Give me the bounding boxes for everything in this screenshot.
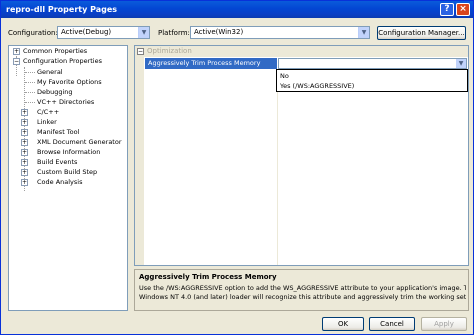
value-dropdown-list: No Yes (/WS:AGGRESSIVE): [276, 69, 468, 92]
description-panel: Aggressively Trim Process Memory Use the…: [134, 269, 469, 311]
tree-item-build-events[interactable]: Build Events: [37, 158, 77, 167]
collapse-icon[interactable]: −: [13, 58, 20, 65]
platform-label: Platform:: [158, 29, 190, 37]
close-button[interactable]: ×: [456, 3, 470, 16]
ok-button[interactable]: OK: [322, 317, 364, 331]
column-divider[interactable]: [277, 69, 278, 265]
window-title: repro-dll Property Pages: [6, 5, 118, 14]
chevron-down-icon[interactable]: ▼: [358, 27, 369, 38]
expand-icon[interactable]: +: [21, 129, 28, 136]
expand-icon[interactable]: +: [21, 179, 28, 186]
collapse-icon[interactable]: −: [137, 48, 144, 55]
tree-item-linker[interactable]: Linker: [37, 118, 57, 127]
chevron-down-icon[interactable]: ▼: [138, 27, 149, 38]
configuration-label: Configuration:: [8, 29, 58, 37]
tree-item-code-analysis[interactable]: Code Analysis: [37, 178, 83, 187]
tree-item-xml-document-generator[interactable]: XML Document Generator: [37, 138, 122, 147]
help-button[interactable]: ?: [440, 3, 454, 16]
property-tree: + Common Properties − Configuration Prop…: [8, 45, 128, 311]
expand-icon[interactable]: +: [21, 119, 28, 126]
tree-line: [25, 72, 35, 73]
tree-item-configuration-properties[interactable]: Configuration Properties: [23, 57, 102, 66]
chevron-down-icon[interactable]: ▼: [456, 59, 466, 68]
tree-item-cpp[interactable]: C/C++: [37, 108, 59, 117]
tree-item-manifest-tool[interactable]: Manifest Tool: [37, 128, 79, 137]
title-bar[interactable]: repro-dll Property Pages ? ×: [1, 1, 473, 18]
expand-icon[interactable]: +: [21, 109, 28, 116]
platform-value: Active(Win32): [194, 28, 244, 36]
tree-line: [25, 92, 35, 93]
configuration-value: Active(Debug): [61, 28, 112, 36]
expand-icon[interactable]: +: [13, 48, 20, 55]
tree-line: [25, 82, 35, 83]
platform-combo[interactable]: Active(Win32) ▼: [190, 26, 370, 39]
expand-icon[interactable]: +: [21, 149, 28, 156]
tree-item-custom-build-step[interactable]: Custom Build Step: [37, 168, 97, 177]
expand-icon[interactable]: +: [21, 169, 28, 176]
property-value-field[interactable]: ▼: [278, 58, 467, 69]
configuration-combo[interactable]: Active(Debug) ▼: [57, 26, 150, 39]
cancel-button[interactable]: Cancel: [369, 317, 415, 331]
property-name-trim-memory[interactable]: Aggressively Trim Process Memory: [145, 58, 277, 69]
dropdown-option-no[interactable]: No: [278, 71, 466, 81]
configuration-manager-button[interactable]: Configuration Manager...: [377, 26, 466, 40]
apply-button[interactable]: Apply: [421, 317, 467, 331]
grid-gutter: [135, 57, 144, 265]
tree-item-general[interactable]: General: [37, 68, 63, 77]
expand-icon[interactable]: +: [21, 139, 28, 146]
dropdown-option-yes[interactable]: Yes (/WS:AGGRESSIVE): [278, 81, 466, 91]
category-title: Optimization: [147, 47, 192, 55]
tree-item-debugging[interactable]: Debugging: [37, 88, 73, 97]
description-line: Windows NT 4.0 (and later) loader will r…: [139, 293, 466, 301]
tree-item-my-favorite-options[interactable]: My Favorite Options: [37, 78, 102, 87]
property-pages-dialog: repro-dll Property Pages ? × Configurati…: [0, 0, 474, 335]
tree-item-browse-information[interactable]: Browse Information: [37, 148, 100, 157]
tree-item-common-properties[interactable]: Common Properties: [23, 47, 87, 56]
tree-item-vc-directories[interactable]: VC++ Directories: [37, 98, 94, 107]
description-title: Aggressively Trim Process Memory: [139, 273, 277, 281]
tree-line: [25, 102, 35, 103]
expand-icon[interactable]: +: [21, 159, 28, 166]
description-line: Use the /WS:AGGRESSIVE option to add the…: [139, 284, 466, 292]
category-row-optimization[interactable]: − Optimization: [135, 46, 468, 57]
